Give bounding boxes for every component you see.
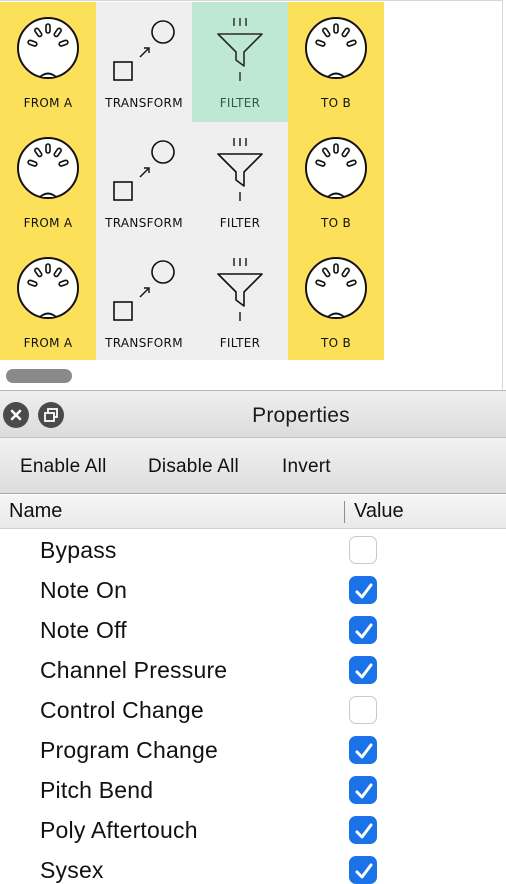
table-row: Program Change (0, 730, 506, 770)
filter-label: FILTER (219, 96, 261, 110)
property-value-checkbox[interactable] (349, 576, 377, 604)
filter-label: FILTER (219, 336, 261, 350)
checkmark-icon (355, 663, 373, 679)
property-name: Sysex (40, 857, 104, 883)
table-row: Bypass (0, 530, 506, 570)
from-a-node[interactable]: FROM A (0, 2, 96, 122)
from-label: FROM A (23, 96, 73, 110)
invert-button[interactable]: Invert (282, 454, 331, 480)
table-row: Control Change (0, 690, 506, 730)
midi-din-connector-icon (305, 137, 367, 199)
to-b-node[interactable]: TO B (288, 122, 384, 242)
filter-node[interactable]: FILTER (192, 122, 288, 242)
midi-din-connector-icon (305, 17, 367, 79)
filter-node-selected[interactable]: FILTER (192, 2, 288, 122)
property-name: Program Change (40, 737, 218, 763)
disable-all-button[interactable]: Disable All (148, 454, 239, 480)
property-value-checkbox[interactable] (349, 776, 377, 804)
property-name: Pitch Bend (40, 777, 154, 803)
midi-din-connector-icon (17, 17, 79, 79)
to-b-node[interactable]: TO B (288, 242, 384, 362)
property-name: Channel Pressure (40, 657, 228, 683)
property-name: Note On (40, 577, 128, 603)
filter-label: FILTER (219, 216, 261, 230)
transform-label: TRANSFORM (105, 336, 183, 350)
property-name: Note Off (40, 617, 127, 643)
property-value-checkbox[interactable] (349, 696, 377, 724)
checkmark-icon (355, 823, 373, 839)
midi-din-connector-icon (305, 257, 367, 319)
transform-node[interactable]: TRANSFORM (96, 122, 192, 242)
properties-table-header (0, 495, 506, 529)
property-name: Control Change (40, 697, 204, 723)
to-label: TO B (320, 96, 352, 110)
transform-node[interactable]: TRANSFORM (96, 2, 192, 122)
checkmark-icon (355, 743, 373, 759)
property-name: Poly Aftertouch (40, 817, 198, 843)
transform-icon (113, 20, 175, 81)
transform-node[interactable]: TRANSFORM (96, 242, 192, 362)
from-a-node[interactable]: FROM A (0, 242, 96, 362)
funnel-filter-icon (217, 138, 263, 201)
checkmark-icon (355, 863, 373, 879)
property-value-checkbox[interactable] (349, 736, 377, 764)
table-row: Poly Aftertouch (0, 810, 506, 850)
transform-icon (113, 140, 175, 201)
checkmark-icon (355, 583, 373, 599)
property-value-checkbox[interactable] (349, 616, 377, 644)
transform-label: TRANSFORM (105, 96, 183, 110)
checkmark-icon (355, 783, 373, 799)
grid-right-border (502, 0, 503, 390)
from-label: FROM A (23, 336, 73, 350)
from-label: FROM A (23, 216, 73, 230)
column-divider[interactable] (344, 501, 345, 523)
property-name: Bypass (40, 537, 117, 563)
property-value-checkbox[interactable] (349, 816, 377, 844)
property-value-checkbox[interactable] (349, 656, 377, 684)
table-row: Channel Pressure (0, 650, 506, 690)
grid-top-border (0, 0, 502, 1)
to-label: TO B (320, 336, 352, 350)
from-a-node[interactable]: FROM A (0, 122, 96, 242)
routing-grid: FROM A TRANSFORM FILTER TO B FROM A TRAN… (0, 0, 506, 390)
midi-din-connector-icon (17, 257, 79, 319)
table-row: Sysex (0, 850, 506, 884)
horizontal-scrollbar[interactable] (0, 362, 502, 388)
funnel-filter-icon (217, 18, 263, 81)
transform-label: TRANSFORM (105, 216, 183, 230)
filter-node[interactable]: FILTER (192, 242, 288, 362)
property-value-checkbox[interactable] (349, 536, 377, 564)
funnel-filter-icon (217, 258, 263, 321)
transform-icon (113, 260, 175, 321)
column-header-value[interactable]: Value (354, 500, 404, 523)
panel-title: Properties (252, 404, 350, 427)
column-header-name[interactable]: Name (9, 500, 62, 523)
to-label: TO B (320, 216, 352, 230)
table-row: Pitch Bend (0, 770, 506, 810)
midi-din-connector-icon (17, 137, 79, 199)
horizontal-scrollbar-thumb[interactable] (6, 369, 72, 383)
checkmark-icon (355, 623, 373, 639)
table-row: Note Off (0, 610, 506, 650)
enable-all-button[interactable]: Enable All (20, 454, 107, 480)
property-value-checkbox[interactable] (349, 856, 377, 884)
to-b-node[interactable]: TO B (288, 2, 384, 122)
table-row: Note On (0, 570, 506, 610)
